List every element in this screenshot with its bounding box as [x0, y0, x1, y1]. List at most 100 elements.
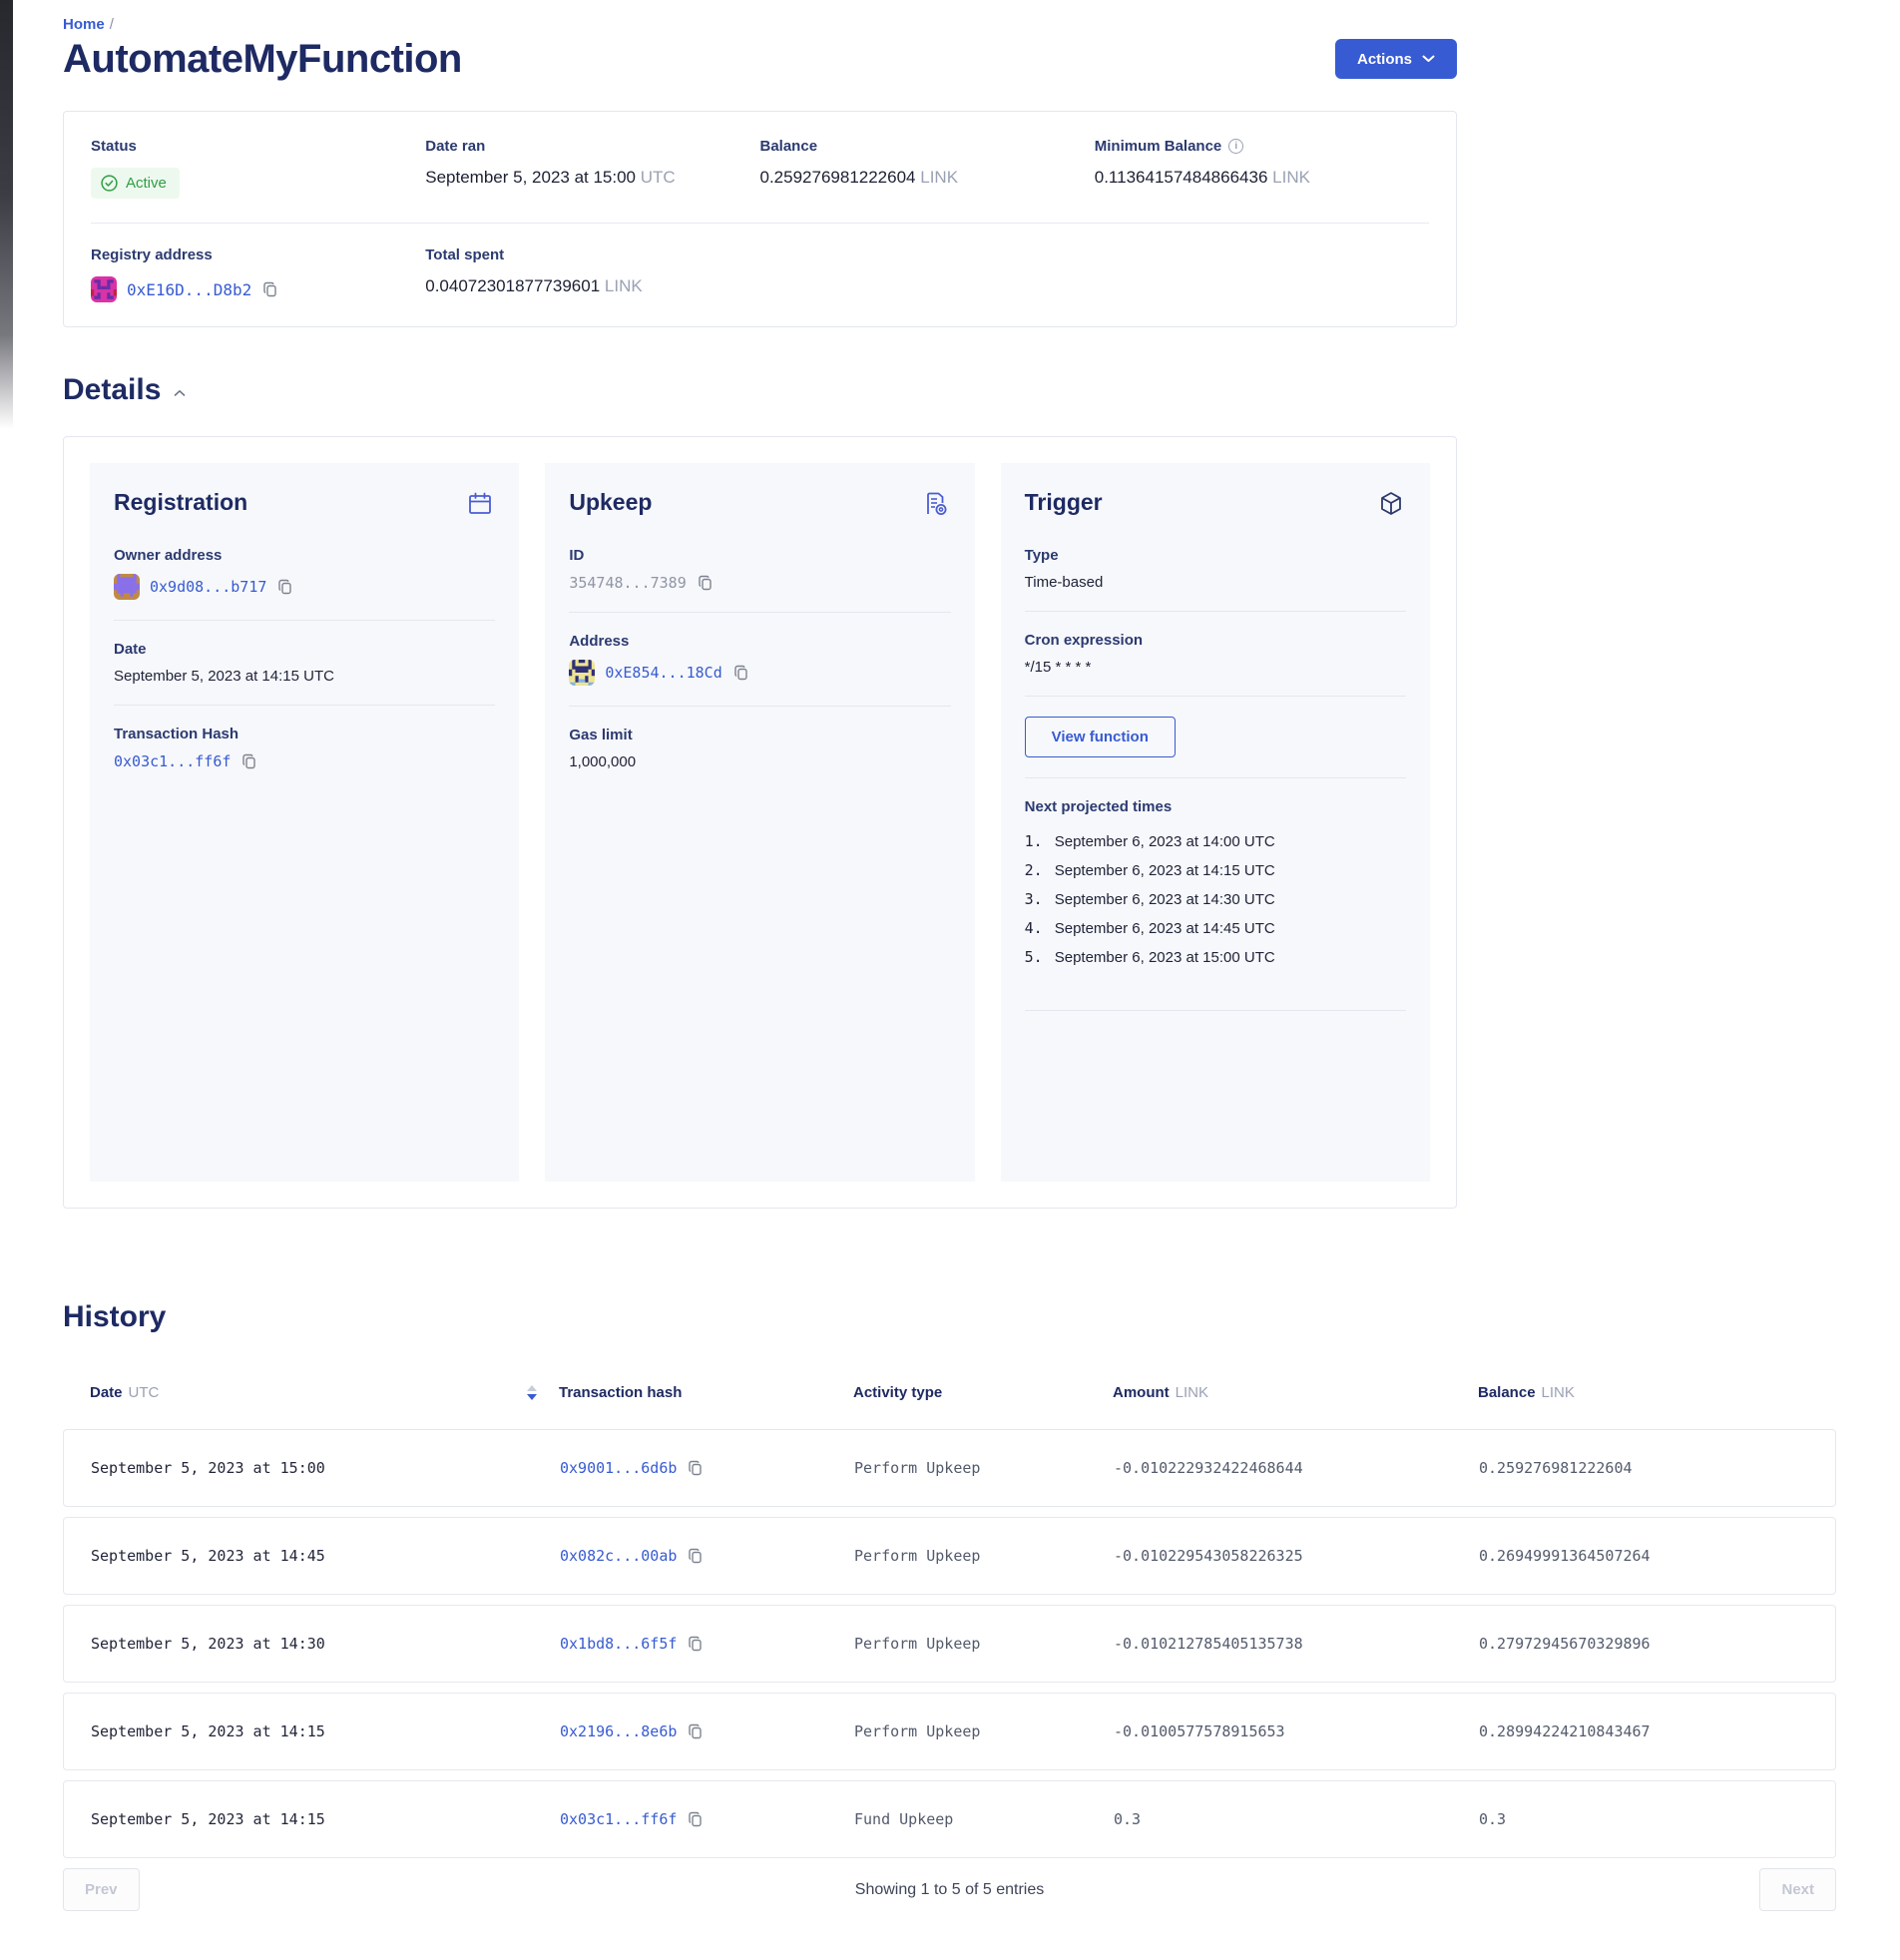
transaction-hash-link[interactable]: 0x03c1...ff6f: [114, 752, 231, 770]
row-date: September 5, 2023 at 14:15: [91, 1810, 560, 1828]
col-date-suffix: UTC: [129, 1384, 160, 1401]
registration-card: Registration Owner address 0x9d08...b717: [90, 463, 519, 1182]
balance-label: Balance: [760, 138, 1095, 155]
info-icon[interactable]: i: [1228, 139, 1243, 154]
list-item: 3. September 6, 2023 at 14:30 UTC: [1025, 885, 1406, 914]
divider: [1025, 777, 1406, 778]
copy-icon[interactable]: [276, 578, 294, 596]
table-row: September 5, 2023 at 14:45 0x082c...00ab…: [63, 1517, 1836, 1595]
col-balance-suffix: LINK: [1542, 1384, 1575, 1401]
transaction-hash-label: Transaction Hash: [114, 726, 495, 742]
copy-icon[interactable]: [687, 1635, 705, 1653]
list-item-text: September 6, 2023 at 14:30 UTC: [1055, 885, 1275, 914]
copy-icon[interactable]: [261, 280, 279, 298]
breadcrumb-home-link[interactable]: Home: [63, 16, 105, 33]
prev-button[interactable]: Prev: [63, 1868, 140, 1911]
divider: [1025, 1010, 1406, 1011]
registration-card-title: Registration: [114, 489, 247, 516]
divider: [1025, 611, 1406, 612]
divider: [91, 223, 1429, 224]
row-amount: -0.010212785405135738: [1114, 1635, 1479, 1653]
row-amount: -0.010229543058226325: [1114, 1547, 1479, 1565]
table-row: September 5, 2023 at 14:15 0x2196...8e6b…: [63, 1693, 1836, 1770]
screenshot-edge-strip: [0, 0, 13, 429]
row-tx-link[interactable]: 0x082c...00ab: [560, 1547, 677, 1565]
divider: [569, 612, 950, 613]
calendar-icon: [465, 489, 495, 519]
row-activity: Perform Upkeep: [854, 1459, 1114, 1477]
check-circle-icon: [101, 175, 118, 192]
chevron-down-icon: [1422, 55, 1435, 63]
table-row: September 5, 2023 at 15:00 0x9001...6d6b…: [63, 1429, 1836, 1507]
row-balance: 0.259276981222604: [1479, 1459, 1808, 1477]
page-title: AutomateMyFunction: [63, 37, 462, 82]
owner-identicon: [114, 574, 140, 600]
date-ran-field: Date ran September 5, 2023 at 15:00 UTC: [425, 138, 759, 199]
owner-address-link[interactable]: 0x9d08...b717: [150, 578, 266, 596]
balance-value: 0.259276981222604: [760, 168, 916, 187]
owner-address-label: Owner address: [114, 547, 495, 564]
cube-icon: [1376, 489, 1406, 519]
copy-icon[interactable]: [240, 752, 258, 770]
divider: [569, 706, 950, 707]
col-amount-suffix: LINK: [1176, 1384, 1208, 1401]
row-amount: -0.0100577578915653: [1114, 1722, 1479, 1740]
col-balance-label[interactable]: Balance: [1478, 1384, 1536, 1401]
row-tx-link[interactable]: 0x2196...8e6b: [560, 1722, 677, 1740]
col-date-label[interactable]: Date: [90, 1384, 123, 1401]
gas-limit-field: Gas limit 1,000,000: [569, 727, 950, 770]
registration-date-value: September 5, 2023 at 14:15 UTC: [114, 668, 495, 685]
min-balance-suffix: LINK: [1272, 168, 1310, 187]
breadcrumb-separator: /: [110, 16, 114, 33]
registration-date-field: Date September 5, 2023 at 14:15 UTC: [114, 641, 495, 685]
total-spent-suffix: LINK: [605, 276, 643, 295]
upkeep-address-link[interactable]: 0xE854...18Cd: [605, 664, 721, 682]
date-ran-value: September 5, 2023 at 15:00: [425, 168, 636, 187]
upkeep-address-field: Address 0xE854...18Cd: [569, 633, 950, 686]
copy-icon[interactable]: [687, 1547, 705, 1565]
list-item: 1.September 6, 2023 at 14:00 UTC: [1025, 827, 1406, 856]
row-amount: 0.3: [1114, 1810, 1479, 1828]
actions-button[interactable]: Actions: [1335, 39, 1457, 79]
col-activity-label[interactable]: Activity type: [853, 1384, 942, 1401]
list-item: 4.September 6, 2023 at 14:45 UTC: [1025, 914, 1406, 943]
row-balance: 0.27972945670329896: [1479, 1635, 1808, 1653]
col-amount-label[interactable]: Amount: [1113, 1384, 1170, 1401]
registry-address-label: Registry address: [91, 246, 425, 263]
next-projected-times-field: Next projected times 1.September 6, 2023…: [1025, 798, 1406, 972]
row-activity: Perform Upkeep: [854, 1547, 1114, 1565]
pagination-status: Showing 1 to 5 of 5 entries: [855, 1881, 1044, 1899]
divider: [114, 620, 495, 621]
registration-date-label: Date: [114, 641, 495, 658]
cron-expression-value: */15 * * * *: [1025, 659, 1406, 676]
collapse-chevron-up-icon[interactable]: [174, 389, 186, 397]
balance-suffix: LINK: [920, 168, 958, 187]
trigger-card-title: Trigger: [1025, 489, 1103, 516]
cron-expression-label: Cron expression: [1025, 632, 1406, 649]
upkeep-address-identicon: [569, 660, 595, 686]
total-spent-label: Total spent: [425, 246, 759, 263]
registry-address-link[interactable]: 0xE16D...D8b2: [127, 280, 251, 299]
history-table-header: Date UTC Transaction hash Activity type A…: [63, 1384, 1836, 1401]
view-function-button[interactable]: View function: [1025, 717, 1176, 757]
row-date: September 5, 2023 at 14:30: [91, 1635, 560, 1653]
copy-icon[interactable]: [687, 1810, 705, 1828]
col-tx-label[interactable]: Transaction hash: [559, 1384, 682, 1401]
next-button[interactable]: Next: [1759, 1868, 1836, 1911]
min-balance-value: 0.11364157484866436: [1095, 168, 1268, 187]
row-tx-link[interactable]: 0x03c1...ff6f: [560, 1810, 677, 1828]
details-panel: Registration Owner address 0x9d08...b717: [63, 436, 1457, 1209]
sort-icon[interactable]: [527, 1385, 537, 1400]
copy-icon[interactable]: [687, 1722, 705, 1740]
table-row: September 5, 2023 at 14:30 0x1bd8...6f5f…: [63, 1605, 1836, 1683]
date-ran-suffix: UTC: [641, 168, 676, 187]
list-item-number: 3.: [1025, 885, 1043, 914]
copy-icon[interactable]: [687, 1459, 705, 1477]
next-projected-times-label: Next projected times: [1025, 798, 1406, 815]
copy-icon[interactable]: [732, 664, 750, 682]
row-tx-link[interactable]: 0x9001...6d6b: [560, 1459, 677, 1477]
copy-icon[interactable]: [697, 574, 714, 592]
row-date: September 5, 2023 at 14:15: [91, 1722, 560, 1740]
row-tx-link[interactable]: 0x1bd8...6f5f: [560, 1635, 677, 1653]
min-balance-field: Minimum Balancei 0.11364157484866436 LIN…: [1095, 138, 1429, 199]
